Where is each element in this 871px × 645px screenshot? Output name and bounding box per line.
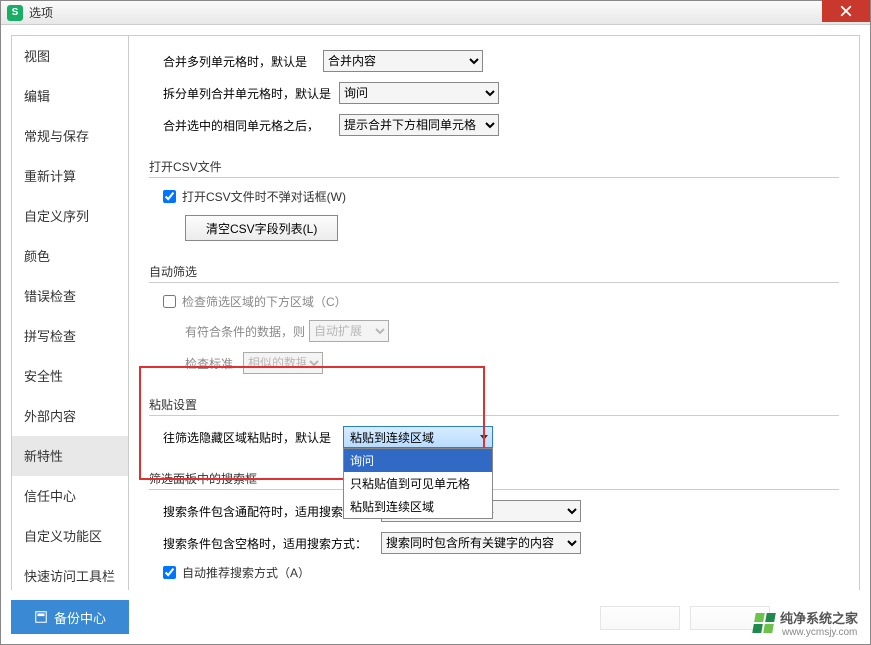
sidebar-item-view[interactable]: 视图 <box>12 36 128 76</box>
filter-legend: 自动筛选 <box>149 263 839 283</box>
check-filter-below-checkbox[interactable] <box>163 295 176 308</box>
watermark-url: www.ycmsjy.com <box>782 627 858 638</box>
watermark-name: 纯净系统之家 <box>780 608 858 627</box>
sidebar-item-label: 视图 <box>24 49 50 64</box>
window-title: 选项 <box>29 4 53 21</box>
auto-recommend-label: 自动推荐搜索方式（A） <box>182 564 310 581</box>
paste-hidden-selected: 粘贴到连续区域 <box>350 429 434 446</box>
sidebar-item-qat[interactable]: 快速访问工具栏 <box>12 556 128 590</box>
sidebar-item-custom-ribbon[interactable]: 自定义功能区 <box>12 516 128 556</box>
paste-hidden-select[interactable]: 粘贴到连续区域 询问 只粘贴值到可见单元格 粘贴到连续区域 <box>343 426 493 448</box>
paste-legend: 粘贴设置 <box>149 396 839 416</box>
has-matching-label: 有符合条件的数据，则 <box>185 323 309 340</box>
sidebar-item-label: 外部内容 <box>24 409 76 424</box>
search-space-label: 搜索条件包含空格时，适用搜索方式： <box>163 535 381 552</box>
search-section: 筛选面板中的搜索框 搜索条件包含通配符时，适用搜索方式： 搜索包含条件的内容 搜… <box>149 470 839 590</box>
sidebar-item-label: 重新计算 <box>24 169 76 184</box>
has-matching-select: 自动扩展 <box>309 320 389 342</box>
csv-section: 打开CSV文件 打开CSV文件时不弹对话框(W) 清空CSV字段列表(L) <box>149 158 839 251</box>
sidebar-item-label: 自定义功能区 <box>24 529 102 544</box>
backup-icon <box>34 610 48 624</box>
search-space-select[interactable]: 搜索同时包含所有关键字的内容 <box>381 532 581 554</box>
titlebar: S 选项 <box>1 1 870 25</box>
clear-csv-fields-button[interactable]: 清空CSV字段列表(L) <box>185 215 338 241</box>
sidebar-item-new-features[interactable]: 新特性 <box>12 436 128 476</box>
sidebar-item-label: 新特性 <box>24 449 63 464</box>
auto-recommend-checkbox[interactable] <box>163 566 176 579</box>
sidebar-item-label: 拼写检查 <box>24 329 76 344</box>
app-logo-icon: S <box>7 5 23 21</box>
sidebar-item-error-check[interactable]: 错误检查 <box>12 276 128 316</box>
sidebar-item-label: 错误检查 <box>24 289 76 304</box>
sidebar-item-custom-list[interactable]: 自定义序列 <box>12 196 128 236</box>
merge-multi-label: 合并多列单元格时，默认是 <box>163 53 323 70</box>
filter-section: 自动筛选 检查筛选区域的下方区域（C） 有符合条件的数据，则 自动扩展 检查标准… <box>149 263 839 384</box>
csv-no-dialog-checkbox[interactable] <box>163 190 176 203</box>
sidebar-item-label: 信任中心 <box>24 489 76 504</box>
sidebar-item-label: 常规与保存 <box>24 129 89 144</box>
paste-hidden-label: 往筛选隐藏区域粘贴时，默认是 <box>163 429 343 446</box>
dialog-buttons <box>600 606 770 630</box>
check-filter-below-label: 检查筛选区域的下方区域（C） <box>182 293 347 310</box>
sidebar-item-edit[interactable]: 编辑 <box>12 76 128 116</box>
sidebar-item-security[interactable]: 安全性 <box>12 356 128 396</box>
split-single-label: 拆分单列合并单元格时，默认是 <box>163 85 339 102</box>
main-panel: 合并多列单元格时，默认是 合并内容 拆分单列合并单元格时，默认是 询问 合并选中… <box>129 35 860 590</box>
sidebar-item-color[interactable]: 颜色 <box>12 236 128 276</box>
sidebar-item-spell-check[interactable]: 拼写检查 <box>12 316 128 356</box>
merge-multi-select[interactable]: 合并内容 <box>323 50 483 72</box>
merge-same-select[interactable]: 提示合并下方相同单元格 <box>339 114 499 136</box>
paste-option-visible-only[interactable]: 只粘贴值到可见单元格 <box>344 472 492 495</box>
sidebar-item-label: 自定义序列 <box>24 209 89 224</box>
backup-center-label: 备份中心 <box>54 608 106 627</box>
paste-section: 粘贴设置 往筛选隐藏区域粘贴时，默认是 粘贴到连续区域 询问 只粘贴值到可见单元… <box>149 396 839 458</box>
merge-same-label: 合并选中的相同单元格之后， <box>163 117 339 134</box>
sidebar-item-recalc[interactable]: 重新计算 <box>12 156 128 196</box>
check-standard-select: 相似的数据 <box>243 352 323 374</box>
sidebar-item-label: 安全性 <box>24 369 63 384</box>
watermark-logo-icon <box>752 613 776 633</box>
backup-center-button[interactable]: 备份中心 <box>11 600 129 634</box>
sidebar-item-label: 颜色 <box>24 249 50 264</box>
split-single-select[interactable]: 询问 <box>339 82 499 104</box>
sidebar-item-trust-center[interactable]: 信任中心 <box>12 476 128 516</box>
sidebar-item-external-content[interactable]: 外部内容 <box>12 396 128 436</box>
sidebar: 视图 编辑 常规与保存 重新计算 自定义序列 颜色 错误检查 拼写检查 安全性 … <box>11 35 129 590</box>
csv-legend: 打开CSV文件 <box>149 158 839 178</box>
chevron-down-icon <box>480 435 488 440</box>
sidebar-item-general-save[interactable]: 常规与保存 <box>12 116 128 156</box>
paste-hidden-options: 询问 只粘贴值到可见单元格 粘贴到连续区域 <box>343 448 493 519</box>
sidebar-item-label: 编辑 <box>24 89 50 104</box>
check-standard-label: 检查标准 <box>185 355 243 372</box>
ok-button[interactable] <box>600 606 680 630</box>
sidebar-item-label: 快速访问工具栏 <box>24 569 115 584</box>
paste-option-ask[interactable]: 询问 <box>344 449 492 472</box>
close-icon <box>840 5 852 17</box>
csv-no-dialog-label: 打开CSV文件时不弹对话框(W) <box>182 188 346 205</box>
search-legend: 筛选面板中的搜索框 <box>149 470 839 490</box>
watermark: 纯净系统之家 www.ycmsjy.com <box>754 608 858 638</box>
close-button[interactable] <box>822 0 870 22</box>
merge-section: 合并多列单元格时，默认是 合并内容 拆分单列合并单元格时，默认是 询问 合并选中… <box>149 50 839 146</box>
paste-option-continuous[interactable]: 粘贴到连续区域 <box>344 495 492 518</box>
